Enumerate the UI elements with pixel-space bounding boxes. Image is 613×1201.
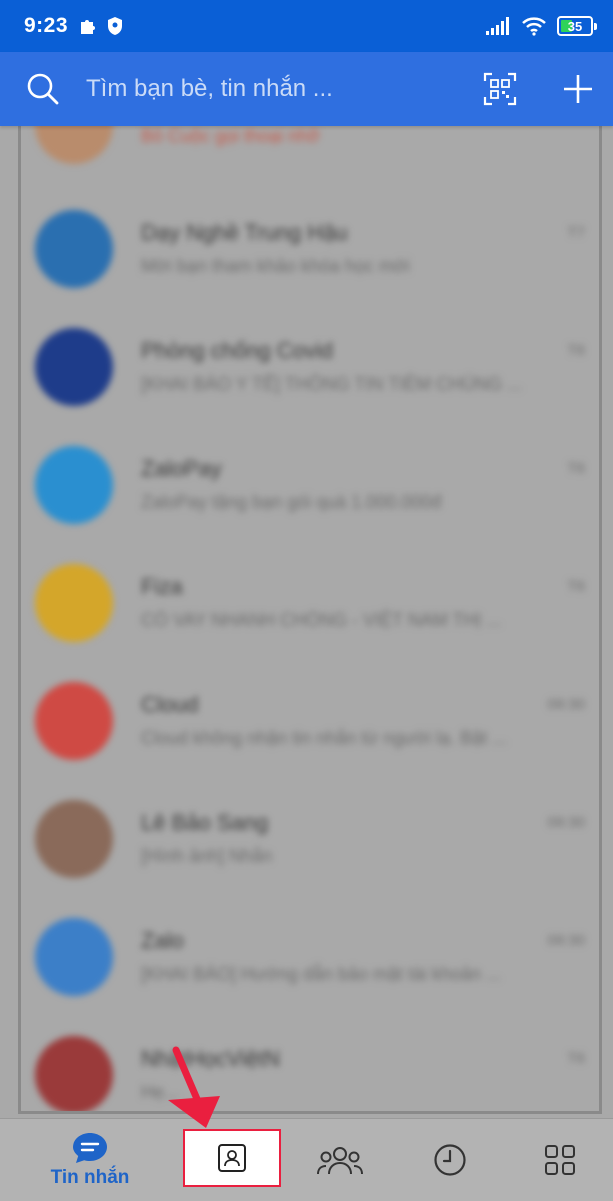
avatar <box>35 564 113 642</box>
avatar <box>35 800 113 878</box>
chat-name: Cloud <box>141 692 199 717</box>
grid-icon <box>545 1145 575 1175</box>
signal-icon <box>486 17 509 35</box>
search-header: Tìm bạn bè, tin nhắn ... <box>0 52 613 126</box>
chat-time: T6 <box>567 1050 585 1067</box>
chat-list: Bỏ Cuộc gọi thoại nhỡ Dạy Nghề Trung Hậu M… <box>18 126 602 1114</box>
status-time: 9:23 <box>24 14 69 37</box>
status-bar: 9:23 35 <box>0 0 613 52</box>
avatar <box>35 126 113 164</box>
chat-time: 09:30 <box>547 696 585 713</box>
bottom-navigation: Tin nhắn <box>0 1118 613 1201</box>
chat-bubble-icon <box>73 1133 107 1163</box>
nav-timeline[interactable] <box>410 1119 490 1201</box>
chat-time: T6 <box>567 460 585 477</box>
chat-time: T7 <box>567 224 585 241</box>
chat-preview: Bỏ Cuộc gọi thoại nhỡ <box>141 126 320 146</box>
wifi-icon <box>522 17 546 36</box>
chat-row[interactable]: Cloud Cloud không nhận tin nhắn từ người … <box>21 662 599 780</box>
group-icon <box>317 1147 363 1175</box>
chat-name: Lê Bảo Sang <box>141 810 269 835</box>
search-input[interactable]: Tìm bạn bè, tin nhắn ... <box>86 75 333 103</box>
avatar <box>35 1036 113 1111</box>
chat-preview: [KHAI BÁO] Hướng dẫn bảo mật tài khoản .… <box>141 964 502 984</box>
chat-time: 09:30 <box>547 814 585 831</box>
chat-preview: [KHAI BÁO Y TẾ] THÔNG TIN TIÊM CHỦNG ... <box>141 374 523 394</box>
search-icon[interactable] <box>26 72 60 106</box>
chat-preview: Cloud không nhận tin nhắn từ người lạ. B… <box>141 728 508 748</box>
chat-name: Dạy Nghề Trung Hậu <box>141 220 348 245</box>
qr-code-icon[interactable] <box>483 72 517 106</box>
chat-time: T6 <box>567 578 585 595</box>
nav-more[interactable] <box>520 1119 600 1201</box>
chat-row[interactable]: Fiza CÓ VAY NHANH CHÓNG - VIỆT NAM THỊ ..… <box>21 544 599 662</box>
clock-icon <box>434 1144 466 1176</box>
battery-level: 35 <box>567 18 583 34</box>
chat-name: Zalo <box>141 928 184 953</box>
nav-messages-label: Tin nhắn <box>50 1167 130 1188</box>
chat-time: 09:30 <box>547 932 585 949</box>
arrow-annotation <box>168 1046 220 1128</box>
avatar <box>35 446 113 524</box>
add-icon[interactable] <box>561 72 595 106</box>
avatar <box>35 682 113 760</box>
chat-row[interactable]: NhậtHọcViệtN Hẹ... T6 <box>21 1016 599 1111</box>
battery-icon: 35 <box>557 16 597 36</box>
avatar <box>35 918 113 996</box>
avatar <box>35 210 113 288</box>
chat-preview: ZaloPay tặng bạn gói quà 1.000.000đ <box>141 492 442 512</box>
chat-name: Phòng chống Covid <box>141 338 334 363</box>
chat-name: Fiza <box>141 574 183 599</box>
chat-row[interactable]: Bỏ Cuộc gọi thoại nhỡ <box>21 126 599 190</box>
puzzle-icon <box>81 20 96 34</box>
chat-preview: Mời bạn tham khảo khóa học mới <box>141 256 410 276</box>
shield-icon <box>108 17 123 35</box>
contacts-icon <box>218 1144 246 1172</box>
chat-row[interactable]: ZaloPay ZaloPay tặng bạn gói quà 1.000.00… <box>21 426 599 544</box>
chat-preview: CÓ VAY NHANH CHÓNG - VIỆT NAM THỊ ... <box>141 610 502 630</box>
chat-time: T6 <box>567 342 585 359</box>
chat-row[interactable]: Zalo [KHAI BÁO] Hướng dẫn bảo mật tài kho… <box>21 898 599 1016</box>
nav-groups[interactable] <box>300 1119 380 1201</box>
chat-row[interactable]: Phòng chống Covid [KHAI BÁO Y TẾ] THÔNG T… <box>21 308 599 426</box>
avatar <box>35 328 113 406</box>
nav-messages[interactable]: Tin nhắn <box>40 1119 140 1201</box>
chat-row[interactable]: Dạy Nghề Trung Hậu Mời bạn tham khảo khóa… <box>21 190 599 308</box>
chat-name: ZaloPay <box>141 456 222 481</box>
chat-preview: [Hình ảnh] Nhắn <box>141 846 273 866</box>
nav-contacts[interactable] <box>183 1129 281 1187</box>
chat-row[interactable]: Lê Bảo Sang [Hình ảnh] Nhắn 09:30 <box>21 780 599 898</box>
